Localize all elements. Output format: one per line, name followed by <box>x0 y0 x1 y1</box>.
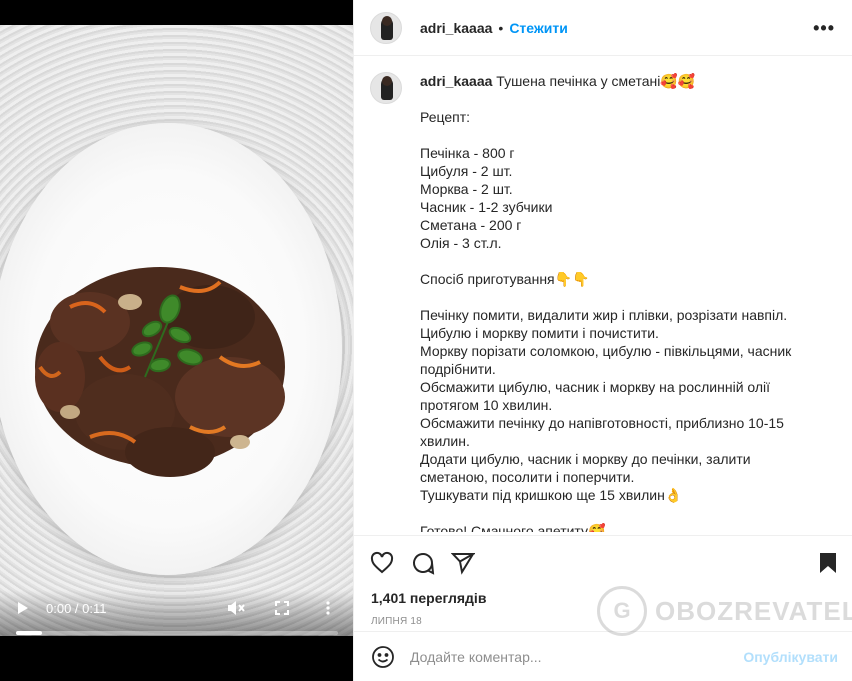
watermark-logo-icon: G <box>597 586 647 636</box>
mute-icon[interactable] <box>225 598 247 618</box>
video-progress-bar[interactable] <box>16 631 338 635</box>
caption-line <box>420 504 791 522</box>
instagram-post: 0:00 / 0:11 adri_kaaaa • Стежити ••• adr… <box>0 0 852 681</box>
caption-line: Додати цибулю, часник і моркву до печінк… <box>420 451 751 467</box>
post-header: adri_kaaaa • Стежити ••• <box>354 0 852 56</box>
caption-line: Обсмажити печінку до напівготовності, пр… <box>420 415 784 431</box>
caption-line: Сметана - 200 г <box>420 217 522 233</box>
post-comment-button[interactable]: Опублікувати <box>743 649 838 665</box>
caption-username[interactable]: adri_kaaaa <box>420 73 492 89</box>
caption-line: Печінка - 800 г <box>420 145 515 161</box>
caption-line: Спосіб приготування👇👇 <box>420 271 590 287</box>
video-time: 0:00 / 0:11 <box>46 600 107 616</box>
bookmark-icon[interactable] <box>816 551 840 575</box>
action-bar <box>354 535 852 585</box>
caption-line: Готово! Смачного апетиту🥰 <box>420 523 606 532</box>
video-progress-fill <box>16 631 42 635</box>
food-image <box>35 267 285 477</box>
caption-body: adri_kaaaa Тушена печінка у сметані🥰🥰 Ре… <box>420 72 791 532</box>
comment-bar: Додайте коментар... Опублікувати <box>354 631 852 681</box>
follow-button[interactable]: Стежити <box>509 20 568 36</box>
caption-line <box>420 252 791 270</box>
avatar[interactable] <box>370 11 402 44</box>
caption-line: Олія - 3 ст.л. <box>420 235 502 251</box>
caption-line: хвилин. <box>420 433 470 449</box>
caption-line: Обсмажити цибулю, часник і моркву на рос… <box>420 379 771 395</box>
caption-line: Печінку помити, видалити жир і плівки, р… <box>420 307 788 323</box>
comment-icon[interactable] <box>411 551 435 575</box>
caption: adri_kaaaa Тушена печінка у сметані🥰🥰 Ре… <box>370 72 840 532</box>
caption-line: Цибуля - 2 шт. <box>420 163 513 179</box>
emoji-icon[interactable] <box>371 645 395 669</box>
share-icon[interactable] <box>451 551 475 575</box>
caption-line: Моркву порізати соломкою, цибулю - півкі… <box>420 343 792 359</box>
separator-dot: • <box>498 19 504 36</box>
views-count[interactable]: 1,401 переглядів <box>371 590 486 606</box>
more-options-icon[interactable]: ••• <box>813 18 835 39</box>
heart-icon[interactable] <box>370 551 394 575</box>
video-player[interactable]: 0:00 / 0:11 <box>0 0 353 681</box>
video-frame <box>0 25 353 636</box>
caption-avatar[interactable] <box>370 72 402 104</box>
watermark-brand: OBOZREVATEL <box>655 595 852 626</box>
watermark: G OBOZREVATEL <box>597 586 852 636</box>
caption-line: Цибулю і моркву помити і почистити. <box>420 325 659 341</box>
caption-title: Тушена печінка у сметані🥰🥰 <box>496 73 696 89</box>
post-date[interactable]: ЛИПНЯ 18 <box>371 616 422 627</box>
fullscreen-icon[interactable] <box>271 598 293 618</box>
caption-line: Рецепт: <box>420 109 471 125</box>
caption-line: подрібнити. <box>420 361 496 377</box>
post-panel: adri_kaaaa • Стежити ••• adri_kaaaa Туше… <box>353 0 852 681</box>
caption-line <box>420 126 791 144</box>
caption-line <box>420 90 791 108</box>
caption-line: сметаною, посолити і поперчити. <box>420 469 635 485</box>
caption-line: протягом 10 хвилин. <box>420 397 553 413</box>
caption-line <box>420 288 791 306</box>
caption-lines: Рецепт: Печінка - 800 г Цибуля - 2 шт. Морк… <box>420 90 791 532</box>
caption-title-line: adri_kaaaa Тушена печінка у сметані🥰🥰 <box>420 72 791 90</box>
video-controls: 0:00 / 0:11 <box>12 598 339 618</box>
more-vert-icon[interactable] <box>317 598 339 618</box>
caption-line: Морква - 2 шт. <box>420 181 513 197</box>
caption-line: Тушкувати під кришкою ще 15 хвилин👌 <box>420 487 683 503</box>
caption-line: Часник - 1-2 зубчики <box>420 199 553 215</box>
username-link[interactable]: adri_kaaaa <box>420 20 492 36</box>
comment-input[interactable]: Додайте коментар... <box>410 649 743 665</box>
play-icon[interactable] <box>12 598 34 618</box>
